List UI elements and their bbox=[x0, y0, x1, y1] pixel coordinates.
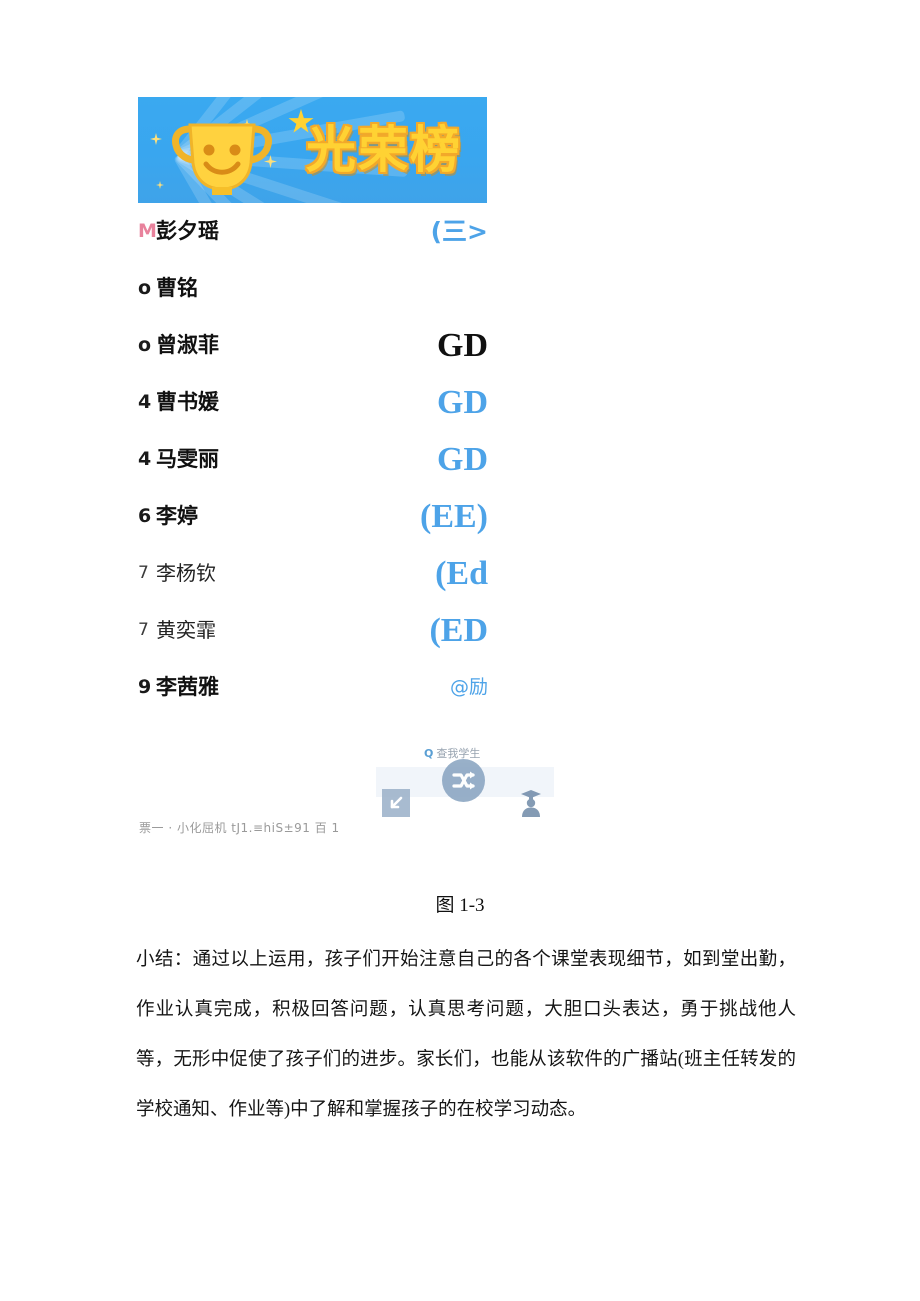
rank-position: 4 bbox=[138, 391, 152, 413]
student-name: 曹书媛 bbox=[156, 390, 219, 414]
honor-roll-list: M 彭夕瑶 (三> o 曹铭 o 曾淑菲 GD 4 曹书媛 GD 4 马雯丽 GD 6 李婷 (EE) 7 李杨钦(… bbox=[138, 203, 488, 716]
ranking-row[interactable]: M 彭夕瑶 (三> bbox=[138, 203, 488, 260]
scan-noise-text: 票一 · 小化屈机 tJ1.≡hiS±91 百 1 bbox=[139, 821, 340, 835]
summary-paragraph: 小结：通过以上运用，孩子们开始注意自己的各个课堂表现细节，如到堂出勤，作业认真完… bbox=[136, 950, 796, 1120]
ranking-row[interactable]: 9 李茜雅 @励 bbox=[138, 659, 488, 716]
rank-position: 7 bbox=[138, 620, 149, 640]
app-bottom-toolbar: Q 查我学生 bbox=[376, 745, 554, 820]
ranking-row[interactable]: 4 马雯丽 GD bbox=[138, 431, 488, 488]
collapse-button[interactable] bbox=[382, 789, 410, 817]
score-badge: (三> bbox=[430, 217, 488, 246]
sparkle-icon bbox=[150, 133, 162, 145]
trophy-icon bbox=[172, 123, 272, 195]
rank-position: 9 bbox=[138, 676, 152, 698]
figure-caption: 图 1-3 bbox=[435, 895, 485, 916]
rank-position: 6 bbox=[138, 505, 152, 527]
student-name: 曾淑菲 bbox=[156, 333, 219, 357]
score-badge: (EE) bbox=[420, 498, 488, 535]
arrow-down-left-icon bbox=[390, 796, 403, 809]
student-name: 马雯丽 bbox=[156, 447, 219, 471]
rank-position: 4 bbox=[138, 448, 152, 470]
rank-position: 7 bbox=[138, 563, 149, 583]
rank-position: o bbox=[138, 334, 152, 356]
search-icon: Q bbox=[424, 747, 434, 760]
shuffle-button[interactable] bbox=[442, 759, 485, 802]
student-name: 李茜雅 bbox=[156, 675, 219, 699]
score-badge: GD bbox=[437, 441, 488, 478]
rank-position: o bbox=[138, 277, 152, 299]
ranking-row[interactable]: 4 曹书媛 GD bbox=[138, 374, 488, 431]
ranking-row[interactable]: o 曾淑菲 GD bbox=[138, 317, 488, 374]
student-name: 李杨钦 bbox=[156, 561, 216, 585]
ranking-row[interactable]: o 曹铭 bbox=[138, 260, 488, 317]
ranking-row[interactable]: 7 黄奕霏 (ED bbox=[138, 602, 488, 659]
score-badge: (Ed bbox=[435, 555, 488, 592]
banner-title: 光荣榜 bbox=[306, 121, 462, 179]
score-badge: GD bbox=[437, 327, 488, 364]
ranking-row[interactable]: 7 李杨钦 (Ed bbox=[138, 545, 488, 602]
sparkle-icon bbox=[156, 181, 164, 189]
score-badge: (ED bbox=[429, 612, 488, 649]
ranking-row[interactable]: 6 李婷 (EE) bbox=[138, 488, 488, 545]
student-name: 曹铭 bbox=[156, 276, 198, 300]
student-name: 黄奕霏 bbox=[156, 618, 216, 642]
score-badge: @励 bbox=[449, 676, 488, 698]
student-name: 李婷 bbox=[156, 504, 198, 528]
honor-roll-banner: 光荣榜 bbox=[138, 97, 487, 203]
score-badge: GD bbox=[437, 384, 488, 421]
student-name: 彭夕瑶 bbox=[156, 219, 219, 243]
graduate-student-icon[interactable] bbox=[518, 787, 544, 817]
rank-position: M bbox=[138, 220, 157, 242]
shuffle-icon bbox=[452, 771, 475, 790]
app-screenshot-figure: 光荣榜 M 彭夕瑶 (三> o 曹铭 o 曾淑菲 GD 4 曹书媛 GD 4 马雯丽 GD 6 李婷 (EE) 7… bbox=[0, 0, 920, 870]
